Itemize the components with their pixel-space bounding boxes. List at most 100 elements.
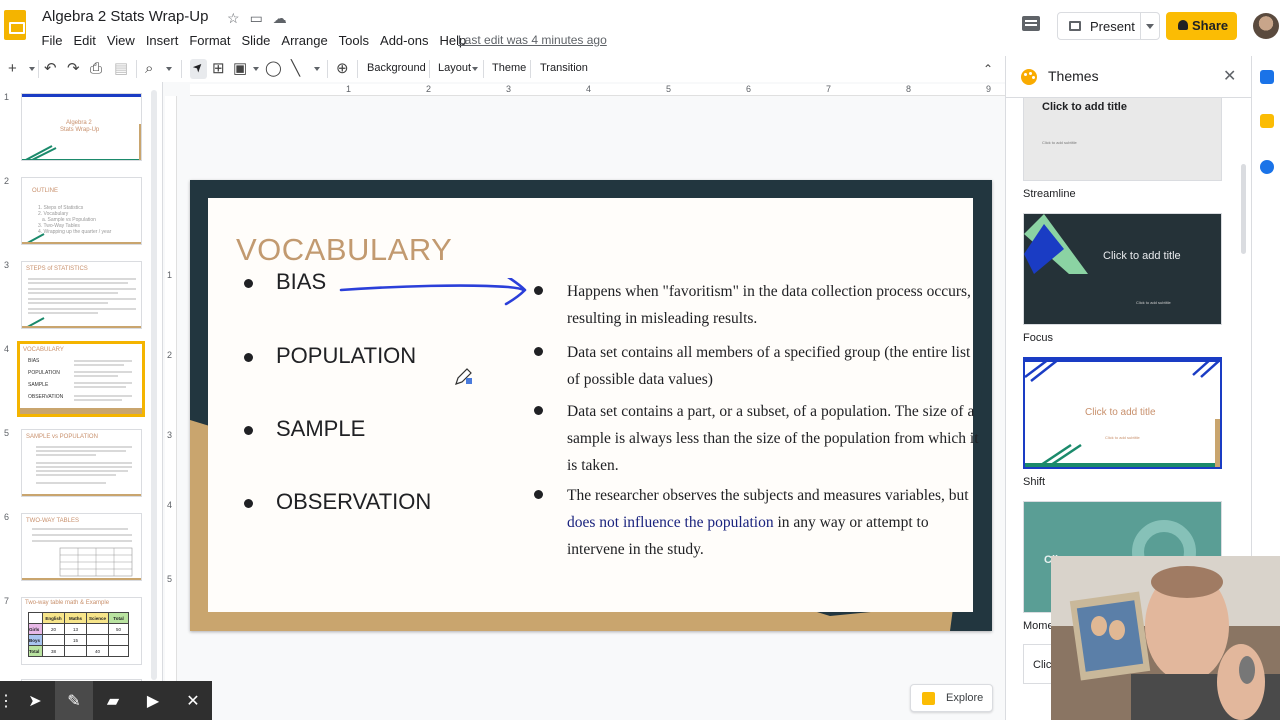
new-slide-dropdown[interactable]: [29, 67, 35, 71]
thumb-cell: 40: [86, 645, 109, 657]
redo-icon[interactable]: ↷: [67, 60, 80, 78]
thumb-text-line: [32, 534, 132, 536]
current-slide[interactable]: VOCABULARY BIAS POPULATION SAMPLE OBSERV…: [190, 180, 992, 631]
close-icon[interactable]: ✕: [1223, 66, 1236, 86]
keep-icon[interactable]: [1260, 114, 1274, 128]
slide-thumbnail-5[interactable]: SAMPLE vs POPULATION: [21, 429, 142, 497]
palette-icon: [1021, 69, 1037, 85]
slides-logo-icon[interactable]: [4, 10, 26, 40]
ruler-tick: 2: [167, 350, 173, 360]
line-icon[interactable]: ╲: [291, 60, 300, 78]
card-title: Click to add title: [1103, 250, 1181, 262]
theme-card-streamline[interactable]: Click to add title Click to add subtitle: [1023, 98, 1222, 181]
ruler-tick: 7: [826, 84, 832, 94]
thumb-text-line: [28, 292, 118, 294]
slide-thumbnail-6[interactable]: TWO-WAY TABLES: [21, 513, 142, 581]
thumb-text-line: [74, 399, 122, 401]
ruler-tick: 5: [167, 574, 173, 584]
card-subtitle: Click to add subtitle: [1042, 140, 1077, 145]
menu-file[interactable]: File: [36, 31, 68, 50]
slide-thumbnail-4[interactable]: VOCABULARY BIAS POPULATION SAMPLE OBSERV…: [17, 341, 145, 417]
menu-edit[interactable]: Edit: [68, 31, 101, 50]
tasks-icon[interactable]: [1260, 160, 1274, 174]
thumb-text-line: [28, 302, 108, 304]
definition-population[interactable]: Data set contains all members of a speci…: [567, 339, 985, 393]
thumb-text-line: [32, 540, 132, 542]
last-edit-link[interactable]: Last edit was 4 minutes ago: [458, 33, 607, 47]
theme-card-focus[interactable]: Click to add title Click to add subtitle: [1023, 213, 1222, 325]
collapse-toolbar-icon[interactable]: ⌃: [983, 60, 993, 78]
filmstrip-scrollbar[interactable]: [151, 90, 157, 680]
image-dropdown[interactable]: [253, 67, 259, 71]
select-cursor-icon[interactable]: [190, 59, 207, 79]
menu-tools[interactable]: Tools: [333, 31, 374, 50]
thumb-text-line: [74, 395, 132, 397]
camera-icon[interactable]: ▶: [134, 681, 172, 720]
menu-view[interactable]: View: [101, 31, 140, 50]
move-folder-icon[interactable]: ▭: [250, 10, 263, 27]
account-avatar[interactable]: [1253, 13, 1279, 39]
toolbar-divider: [136, 60, 137, 78]
line-dropdown[interactable]: [314, 67, 320, 71]
term-bias[interactable]: BIAS: [276, 269, 326, 295]
cloud-status-icon[interactable]: ☁: [273, 10, 287, 27]
thumb-text-line: [28, 298, 136, 300]
cursor-icon[interactable]: ➤: [16, 681, 54, 720]
menu-arrange[interactable]: Arrange: [276, 31, 333, 50]
term-observation[interactable]: OBSERVATION: [276, 489, 431, 515]
theme-card-shift[interactable]: Click to add title Click to add subtitle: [1023, 357, 1222, 469]
new-slide-icon[interactable]: +: [8, 60, 17, 78]
theme-button[interactable]: Theme: [492, 62, 526, 74]
menu-addons[interactable]: Add-ons: [375, 31, 434, 50]
image-icon[interactable]: ▣: [233, 60, 247, 78]
add-comment-icon[interactable]: ⊕: [336, 60, 349, 78]
slide-thumbnail-3[interactable]: STEPS of STATISTICS: [21, 261, 142, 329]
slide-thumbnail-7[interactable]: Two-way table math & Example English Mat…: [21, 597, 142, 665]
calendar-icon[interactable]: [1260, 70, 1274, 84]
background-button[interactable]: Background: [367, 62, 426, 74]
themes-scrollbar[interactable]: [1241, 164, 1246, 254]
thumb-number: 3: [4, 260, 10, 270]
menu-slide[interactable]: Slide: [236, 31, 276, 50]
slide-heading[interactable]: VOCABULARY: [236, 232, 452, 268]
pen-icon[interactable]: ✎: [55, 681, 93, 720]
share-button[interactable]: Share: [1166, 12, 1237, 40]
undo-icon[interactable]: ↶: [44, 60, 57, 78]
thumb-cell: [108, 645, 129, 657]
text-box-icon[interactable]: ⊞: [212, 60, 225, 78]
explore-button[interactable]: Explore: [910, 684, 993, 712]
star-icon[interactable]: ☆: [227, 10, 240, 27]
present-button[interactable]: Present: [1057, 12, 1160, 40]
slide-thumbnail-1[interactable]: Algebra 2 Stats Wrap-Up: [21, 93, 142, 161]
highlighted-phrase: does not influence the population: [567, 514, 774, 531]
definition-bias[interactable]: Happens when "favoritism" in the data co…: [567, 278, 985, 332]
thumb-cell: [28, 612, 43, 624]
document-title[interactable]: Algebra 2 Stats Wrap-Up: [42, 8, 208, 25]
zoom-icon[interactable]: ⌕: [145, 60, 153, 78]
thumb-subtitle: Stats Wrap-Up: [60, 127, 100, 133]
menu-insert[interactable]: Insert: [140, 31, 184, 50]
transition-button[interactable]: Transition: [540, 62, 588, 74]
definition-sample[interactable]: Data set contains a part, or a subset, o…: [567, 398, 985, 479]
term-sample[interactable]: SAMPLE: [276, 416, 365, 442]
thumb-title: OUTLINE: [32, 188, 59, 194]
term-population[interactable]: POPULATION: [276, 343, 416, 369]
zoom-dropdown[interactable]: [166, 67, 172, 71]
vertical-ruler[interactable]: 1 2 3 4 5: [165, 96, 177, 720]
paint-format-icon[interactable]: ▤: [114, 60, 128, 78]
thumb-text-line: [74, 371, 132, 373]
slide-thumbnail-2[interactable]: OUTLINE 1. Steps of Statistics 2. Vocabu…: [21, 177, 142, 245]
pen-annotation-arrow: [339, 278, 527, 306]
layout-button[interactable]: Layout: [438, 62, 471, 74]
close-icon[interactable]: ✕: [174, 681, 212, 720]
print-icon[interactable]: ⎙: [90, 60, 102, 78]
highlighter-icon[interactable]: ▰: [94, 681, 132, 720]
menu-format[interactable]: Format: [184, 31, 236, 50]
menu-grip-icon[interactable]: ⋮: [0, 681, 14, 720]
shape-icon[interactable]: ◯: [265, 60, 282, 78]
layout-dropdown[interactable]: [472, 67, 478, 71]
horizontal-ruler[interactable]: 1 2 3 4 5 6 7 8 9: [190, 84, 1005, 96]
comment-history-icon[interactable]: [1022, 16, 1040, 31]
present-dropdown[interactable]: [1140, 13, 1160, 39]
definition-observation[interactable]: The researcher observes the subjects and…: [567, 482, 985, 563]
